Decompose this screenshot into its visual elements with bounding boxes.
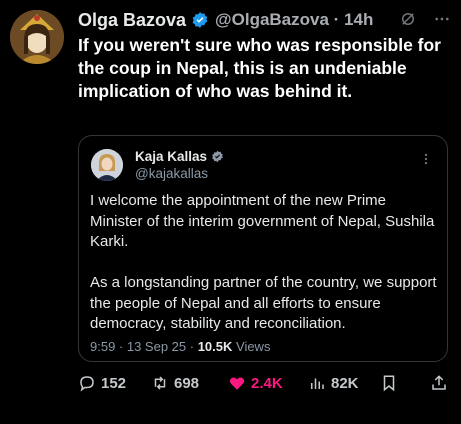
- repost-count: 698: [174, 374, 200, 392]
- repost-button[interactable]: 698: [151, 374, 199, 392]
- share-button[interactable]: [430, 374, 448, 392]
- views-button[interactable]: 82K: [308, 374, 359, 392]
- reply-count: 152: [101, 374, 127, 392]
- quoted-views-label: Views: [232, 339, 271, 354]
- bookmark-icon: [383, 375, 395, 392]
- more-icon[interactable]: [433, 10, 451, 34]
- quoted-timestamp[interactable]: 9:59 · 13 Sep 25 ·: [90, 339, 198, 354]
- quoted-tweet-text: I welcome the appointment of the new Pri…: [90, 191, 440, 335]
- quoted-author-handle[interactable]: @kajakallas: [135, 166, 208, 181]
- quoted-paragraph-1: I welcome the appointment of the new Pri…: [90, 192, 435, 250]
- reply-icon: [80, 376, 94, 392]
- action-bar: 152 698 2.4K 82K: [78, 374, 448, 394]
- quoted-paragraph-2: As a longstanding partner of the country…: [90, 274, 437, 332]
- grok-icon[interactable]: [399, 10, 417, 34]
- quoted-author-avatar[interactable]: [91, 149, 123, 181]
- views-count: 82K: [331, 374, 359, 392]
- author-name[interactable]: Olga Bazova: [78, 10, 186, 31]
- tweet: Olga Bazova @OlgaBazova · 14h If you wer…: [0, 0, 461, 424]
- like-button[interactable]: 2.4K: [228, 374, 283, 392]
- quoted-tweet[interactable]: Kaja Kallas @kajakallas I welcome the ap…: [78, 135, 448, 362]
- quoted-more-icon[interactable]: [419, 152, 433, 169]
- analytics-icon: [311, 378, 324, 389]
- like-count: 2.4K: [251, 374, 283, 392]
- author-handle-time[interactable]: @OlgaBazova · 14h: [215, 10, 373, 30]
- bookmark-button[interactable]: [380, 374, 398, 392]
- header-actions: [399, 10, 451, 34]
- tweet-header: Olga Bazova @OlgaBazova · 14h: [78, 8, 451, 32]
- tweet-text: If you weren't sure who was responsible …: [78, 35, 441, 101]
- author-avatar[interactable]: [10, 10, 64, 64]
- quoted-tweet-meta: 9:59 · 13 Sep 25 · 10.5K Views: [90, 339, 270, 354]
- reply-button[interactable]: 152: [78, 374, 126, 392]
- verified-badge-icon: [192, 12, 208, 28]
- share-icon: [432, 375, 446, 390]
- repost-icon: [154, 376, 166, 390]
- heart-icon: [229, 377, 245, 390]
- quoted-author-name-row[interactable]: Kaja Kallas: [135, 149, 224, 164]
- quoted-author-name[interactable]: Kaja Kallas: [135, 149, 207, 164]
- quoted-views-count: 10.5K: [197, 339, 233, 354]
- quoted-verified-badge-icon: [212, 150, 223, 163]
